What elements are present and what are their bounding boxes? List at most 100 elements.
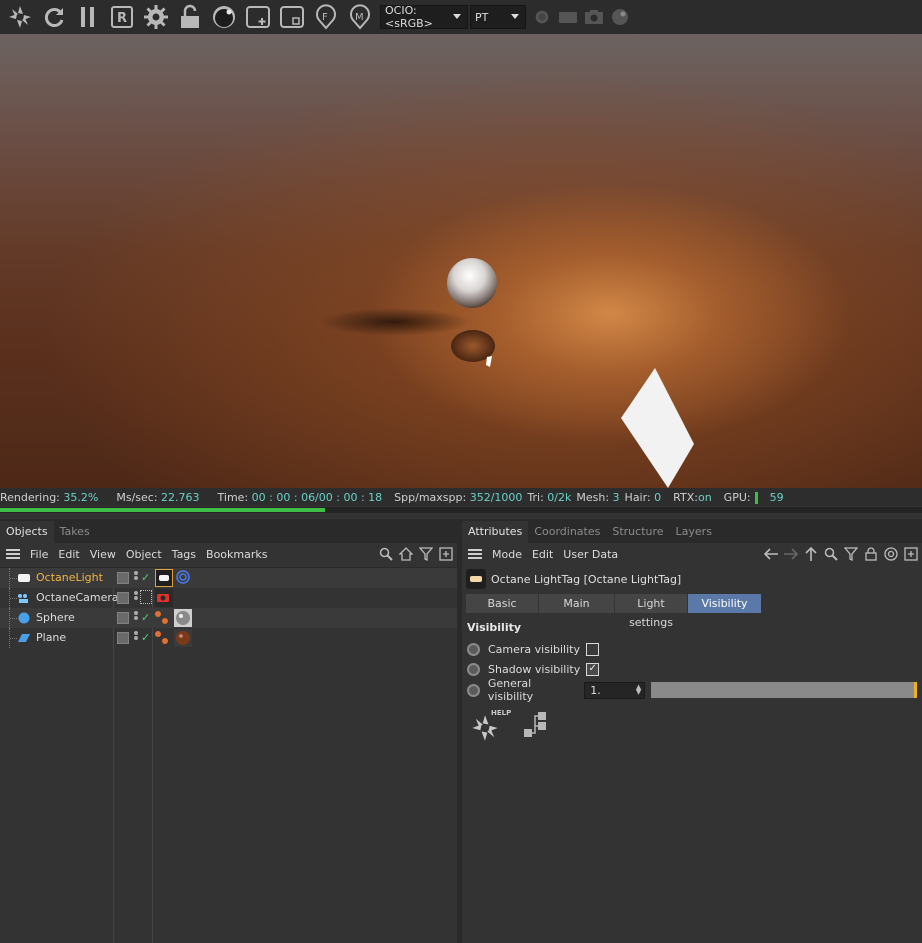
visibility-dots-icon[interactable] — [134, 631, 140, 645]
list-item-octanecamera[interactable]: OctaneCamera — [0, 588, 457, 608]
slider-handle[interactable] — [914, 682, 918, 698]
editor-visibility-toggle[interactable] — [117, 612, 129, 624]
sphere-shadow — [320, 308, 470, 336]
help-label: HELP — [491, 709, 512, 717]
list-item-octanelight[interactable]: OctaneLight ✓ — [0, 568, 457, 588]
focus-icon[interactable] — [278, 3, 306, 31]
tab-structure[interactable]: Structure — [606, 521, 669, 543]
editor-visibility-toggle[interactable] — [117, 592, 129, 604]
plane-object-icon — [18, 634, 30, 642]
menu-bookmarks[interactable]: Bookmarks — [206, 548, 267, 561]
keyframe-toggle[interactable] — [467, 642, 480, 656]
target-tag-icon[interactable] — [175, 569, 193, 587]
enabled-check-icon[interactable]: ✓ — [141, 611, 150, 624]
general-visibility-slider[interactable] — [651, 682, 918, 698]
menu-tags[interactable]: Tags — [172, 548, 196, 561]
search-icon[interactable] — [377, 545, 395, 563]
octane-logo-icon — [472, 715, 498, 741]
menu-edit[interactable]: Edit — [532, 548, 553, 561]
hamburger-menu-icon[interactable] — [6, 549, 20, 559]
octane-logo-icon[interactable] — [6, 3, 34, 31]
attributes-menubar: Mode Edit User Data — [462, 543, 922, 565]
visibility-dots-icon[interactable] — [134, 611, 140, 625]
visibility-dots-icon[interactable] — [134, 571, 140, 585]
tab-takes[interactable]: Takes — [54, 521, 96, 543]
render-mode-select[interactable]: PT — [470, 5, 526, 29]
menu-view[interactable]: View — [90, 548, 116, 561]
arrow-up-icon[interactable] — [802, 545, 820, 563]
target-expression-icon[interactable] — [140, 590, 152, 604]
object-name: OctaneLight — [36, 571, 103, 584]
pause-icon[interactable] — [74, 3, 102, 31]
search-icon[interactable] — [822, 545, 840, 563]
keyframe-toggle[interactable] — [467, 683, 480, 697]
stepper-arrows-icon[interactable]: ▲ ▼ — [636, 683, 641, 695]
material-tag-icon[interactable] — [174, 629, 192, 647]
tab-light-settings[interactable]: Light settings — [615, 594, 687, 629]
target-icon[interactable] — [882, 545, 900, 563]
tree-line — [9, 608, 17, 628]
menu-mode[interactable]: Mode — [492, 548, 522, 561]
object-list: OctaneLight ✓ OctaneCamera Sphere ✓ Plan… — [0, 567, 457, 943]
lock-icon[interactable] — [176, 3, 204, 31]
region-render-icon[interactable]: R — [108, 3, 136, 31]
general-visibility-label: General visibility — [487, 677, 534, 703]
shadow-visibility-checkbox[interactable]: ✓ — [586, 662, 600, 676]
home-icon[interactable] — [397, 545, 415, 563]
settings-gear-icon[interactable] — [142, 3, 170, 31]
add-region-icon[interactable] — [244, 3, 272, 31]
keyframe-toggle[interactable] — [467, 662, 480, 676]
material-preview-icon[interactable] — [610, 7, 630, 27]
list-item-sphere[interactable]: Sphere ✓ — [0, 608, 457, 628]
octane-object-tag-icon[interactable] — [154, 609, 172, 627]
hamburger-menu-icon[interactable] — [468, 549, 482, 559]
new-window-icon[interactable] — [437, 545, 455, 563]
channel-view-icon[interactable] — [558, 7, 578, 27]
refresh-icon[interactable] — [40, 3, 68, 31]
camera-snapshot-icon[interactable] — [584, 7, 604, 27]
list-item-plane[interactable]: Plane ✓ — [0, 628, 457, 648]
menu-edit[interactable]: Edit — [58, 548, 79, 561]
octane-help-button[interactable]: HELP — [470, 709, 512, 743]
tab-visibility[interactable]: Visibility — [688, 594, 761, 613]
filter-icon[interactable] — [417, 545, 435, 563]
clay-mode-icon[interactable] — [532, 7, 552, 27]
material-tag-icon[interactable] — [174, 609, 192, 627]
node-editor-button[interactable] — [520, 709, 554, 743]
menu-user-data[interactable]: User Data — [563, 548, 618, 561]
general-visibility-field[interactable]: 1. ▲ ▼ — [584, 681, 646, 699]
svg-text:M: M — [355, 12, 364, 23]
filter-icon[interactable] — [842, 545, 860, 563]
camera-visibility-checkbox[interactable] — [586, 642, 599, 656]
menu-file[interactable]: File — [30, 548, 48, 561]
spp-value: 352/1000 — [469, 490, 523, 504]
new-window-icon[interactable] — [902, 545, 920, 563]
tab-main[interactable]: Main — [539, 594, 614, 613]
chrome-sphere — [447, 258, 497, 308]
enabled-check-icon[interactable]: ✓ — [141, 571, 150, 584]
editor-visibility-toggle[interactable] — [117, 632, 129, 644]
camera-tag-icon[interactable] — [155, 589, 173, 607]
attributes-panel: Attributes Coordinates Structure Layers … — [462, 519, 922, 943]
editor-visibility-toggle[interactable] — [117, 572, 129, 584]
enabled-check-icon[interactable]: ✓ — [141, 631, 150, 644]
tab-coordinates[interactable]: Coordinates — [528, 521, 606, 543]
rendering-value: 35.2% — [63, 490, 99, 504]
tab-basic[interactable]: Basic — [466, 594, 538, 613]
tab-attributes[interactable]: Attributes — [462, 521, 529, 543]
sphere-icon[interactable] — [210, 3, 238, 31]
menu-object[interactable]: Object — [126, 548, 162, 561]
lock-icon[interactable] — [862, 545, 880, 563]
film-icon[interactable]: F — [312, 3, 340, 31]
arrow-left-icon[interactable] — [762, 545, 780, 563]
arrow-right-icon[interactable] — [782, 545, 800, 563]
tab-objects[interactable]: Objects — [0, 521, 54, 543]
material-pin-icon[interactable]: M — [346, 3, 374, 31]
render-viewport[interactable] — [0, 34, 922, 488]
tab-layers[interactable]: Layers — [670, 521, 718, 543]
attributes-panel-tabs: Attributes Coordinates Structure Layers — [462, 519, 922, 543]
render-mode-value: PT — [475, 10, 489, 24]
color-space-select[interactable]: OCIO:<sRGB> — [380, 4, 468, 30]
octane-object-tag-icon[interactable] — [154, 629, 172, 647]
light-tag-icon[interactable] — [155, 569, 173, 587]
